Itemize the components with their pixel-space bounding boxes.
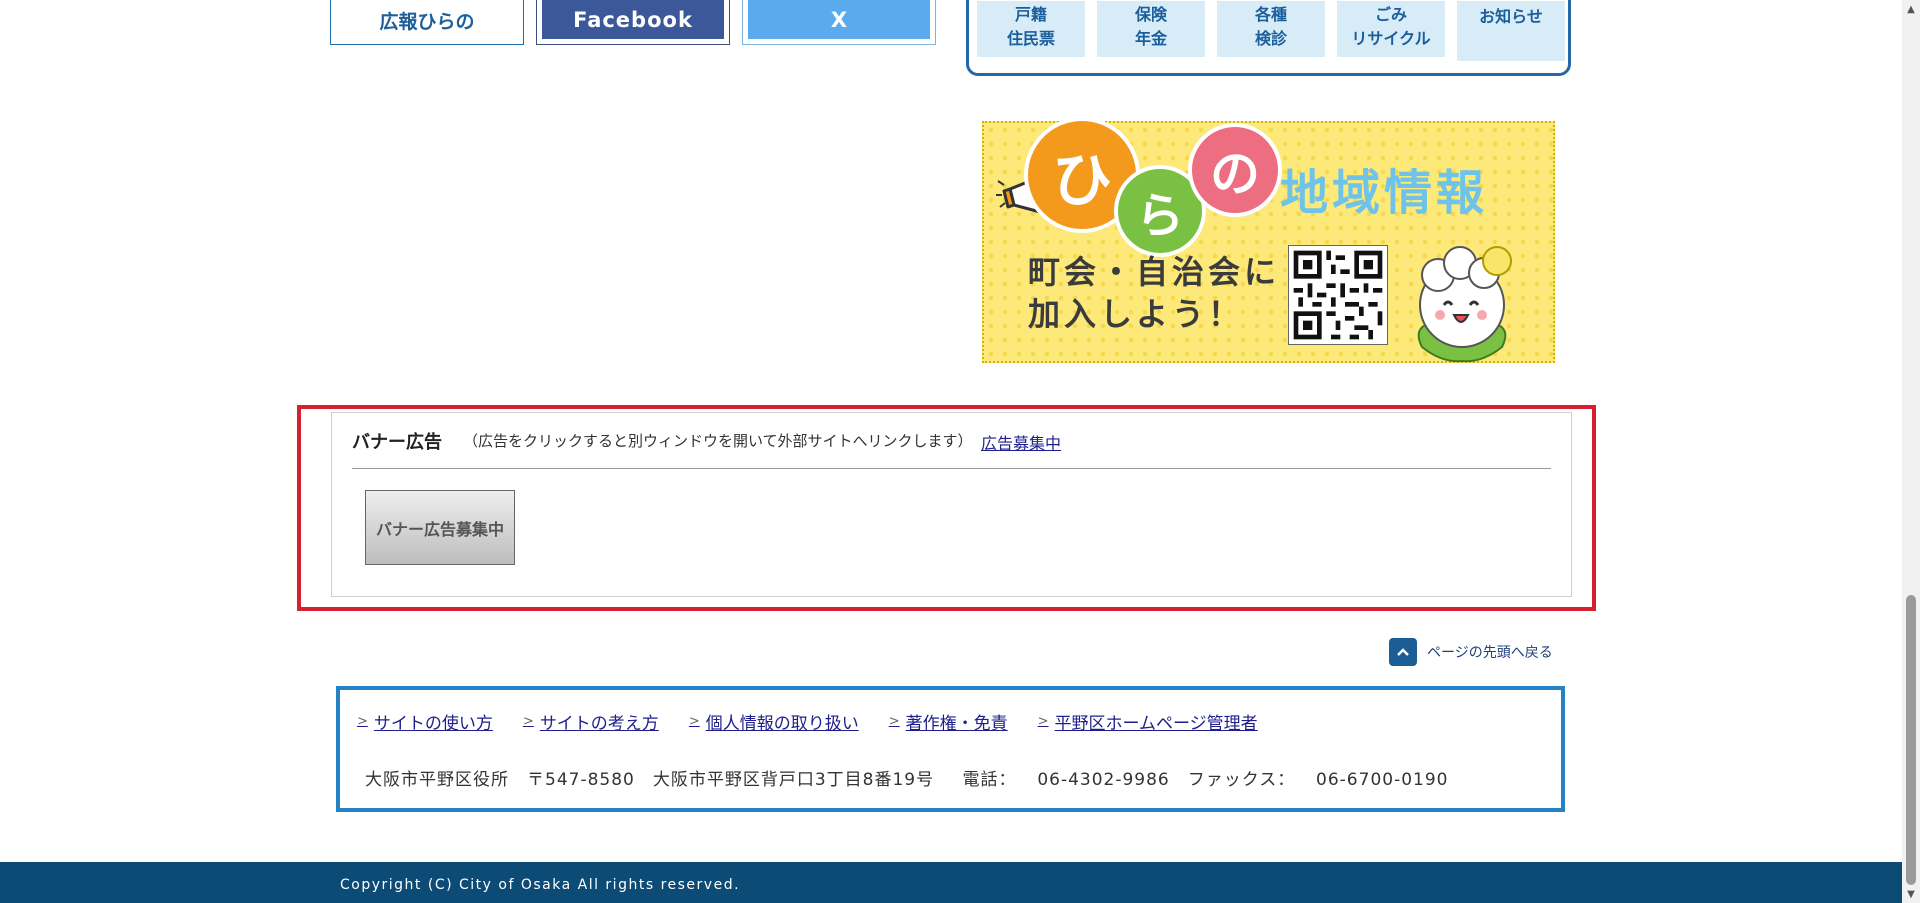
scrollbar-thumb[interactable]	[1906, 595, 1916, 885]
banner-text-line2: 加入しよう！	[1028, 295, 1245, 333]
category-kenshin[interactable]: 各種 検診	[1217, 1, 1325, 57]
banner-ad-title: バナー広告	[352, 432, 442, 453]
chevron-right-icon: >	[888, 714, 900, 729]
category-gomi[interactable]: ごみ リサイクル	[1337, 1, 1445, 57]
category-line1: 戸籍	[1014, 5, 1047, 24]
local-info-banner[interactable]: ひ ら の 地域情報 町会・自治会に 加入しよう！	[982, 117, 1555, 363]
facebook-label: Facebook	[542, 0, 724, 39]
chevron-right-icon: >	[1037, 714, 1049, 729]
footer-info	[336, 686, 1565, 812]
banner-ad-note: （広告をクリックすると別ウィンドウを開いて外部サイトへリンクします）	[463, 432, 973, 450]
divider	[352, 468, 1551, 469]
footer-link-label: 個人情報の取り扱い	[705, 714, 859, 734]
category-line1: ごみ	[1374, 5, 1407, 24]
category-hoken[interactable]: 保険 年金	[1097, 1, 1205, 57]
category-line2: 住民票	[1006, 29, 1055, 48]
category-oshirase[interactable]: お知らせ	[1457, 1, 1565, 61]
footer-link-label: サイトの使い方	[373, 714, 493, 734]
chevron-right-icon: >	[357, 714, 368, 729]
chevron-up-icon	[1389, 638, 1417, 666]
back-to-top-label: ページの先頭へ戻る	[1427, 645, 1553, 661]
category-line2: 検診	[1254, 29, 1287, 48]
category-line2: 年金	[1134, 29, 1167, 48]
category-line1: 各種	[1254, 5, 1287, 24]
mascot-icon	[1417, 246, 1512, 363]
category-line1: お知らせ	[1479, 7, 1543, 26]
banner-text-line1: 町会・自治会に	[1028, 253, 1281, 291]
category-koseki[interactable]: 戸籍 住民票	[977, 1, 1085, 57]
chevron-right-icon: >	[688, 714, 700, 729]
chiiki-joho-title: 地域情報	[1280, 165, 1489, 221]
copyright-text: Copyright (C) City of Osaka All rights r…	[340, 877, 741, 893]
footer-link-policy[interactable]: > サイトの考え方	[523, 709, 659, 734]
chevron-right-icon: >	[522, 714, 534, 729]
copyright-bar	[0, 862, 1902, 903]
qr-code-icon	[1288, 245, 1388, 345]
category-line1: 保険	[1134, 5, 1167, 24]
office-address: 大阪市平野区役所 〒547-8580 大阪市平野区背戸口3丁目8番19号 電話：…	[365, 770, 1449, 790]
back-to-top-link[interactable]: ページの先頭へ戻る	[1389, 638, 1553, 666]
x-label: X	[748, 0, 930, 39]
x-button[interactable]: X	[742, 0, 936, 45]
footer-link-privacy[interactable]: > 個人情報の取り扱い	[689, 709, 859, 734]
koho-hirano-button[interactable]: 広報ひらの	[330, 0, 524, 45]
scroll-up-arrow-icon[interactable]: ▲	[1905, 3, 1917, 15]
category-nav: 戸籍住民票 保険年金 各種検診 ごみリサイクル お知らせ	[966, 0, 1571, 76]
scroll-down-arrow-icon[interactable]: ▼	[1905, 888, 1917, 900]
footer-link-label: 著作権・免責	[905, 714, 1008, 734]
footer-link-copyright[interactable]: > 著作権・免責	[889, 709, 1008, 734]
facebook-button[interactable]: Facebook	[536, 0, 730, 45]
ad-recruit-banner[interactable]: バナー広告募集中	[365, 490, 515, 565]
no-bubble: の	[1188, 123, 1282, 217]
ad-recruit-link[interactable]: 広告募集中	[981, 430, 1061, 454]
footer-link-usage[interactable]: > サイトの使い方	[357, 709, 493, 734]
footer-link-label: サイトの考え方	[539, 714, 659, 734]
footer-link-admin[interactable]: > 平野区ホームページ管理者	[1038, 709, 1258, 734]
category-line2: リサイクル	[1351, 29, 1431, 48]
footer-link-label: 平野区ホームページ管理者	[1054, 714, 1258, 734]
footer-links: > サイトの使い方 > サイトの考え方 > 個人情報の取り扱い > 著作権・免責 > 平野…	[357, 709, 1258, 734]
